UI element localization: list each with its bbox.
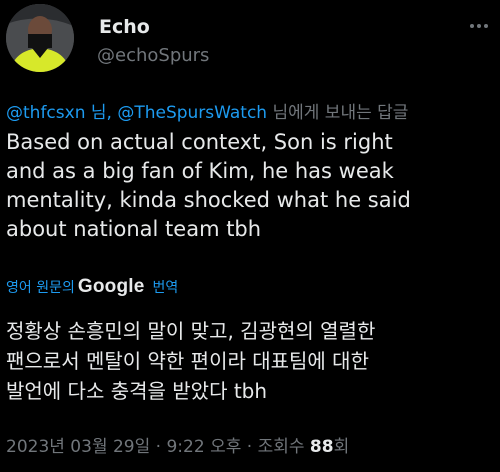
more-dot: [484, 24, 488, 28]
tweet-line: mentality, kinda shocked what he said: [6, 188, 411, 212]
meta-separator: ·: [150, 437, 167, 457]
views-unit: 회: [333, 437, 350, 457]
replying-to: @thfcsxn 님, @TheSpursWatch 님에게 보내는 답글: [6, 98, 408, 123]
mention-separator: 님,: [85, 103, 118, 123]
tweet-date[interactable]: 2023년 03월 29일: [6, 437, 150, 457]
translated-line: 팬으로서 멘탈이 약한 편이라 대표팀에 대한: [6, 349, 369, 373]
tweet-line: Based on actual context, Son is right: [6, 130, 393, 154]
more-dot: [470, 24, 474, 28]
translated-text: 정황상 손흥민의 말이 맞고, 김광현의 열렬한 팬으로서 멘탈이 약한 편이라…: [6, 316, 496, 406]
mention-link[interactable]: @thfcsxn: [6, 103, 85, 123]
reply-suffix: 님에게 보내는 답글: [267, 103, 409, 123]
translated-line: 정황상 손흥민의 말이 맞고, 김광현의 열렬한: [6, 319, 376, 343]
avatar-image: [6, 4, 74, 72]
avatar[interactable]: [6, 4, 74, 72]
more-dot: [477, 24, 481, 28]
translated-line: 발언에 다소 충격을 받았다 tbh: [6, 379, 268, 403]
author-handle[interactable]: @echoSpurs: [97, 45, 209, 66]
tweet-text: Based on actual context, Son is right an…: [6, 128, 496, 244]
more-options-icon[interactable]: [464, 14, 494, 38]
author-name[interactable]: Echo: [99, 16, 150, 38]
tweet-line: about national team tbh: [6, 217, 262, 241]
google-logo: Google: [77, 276, 145, 297]
tweet-line: and as a big fan of Kim, he has weak: [6, 159, 394, 183]
views-count[interactable]: 88: [310, 437, 334, 457]
mention-link[interactable]: @TheSpursWatch: [117, 103, 267, 123]
tweet-time[interactable]: 9:22 오후: [166, 437, 241, 457]
translate-prefix: 영어 원문의: [6, 280, 75, 296]
views-label: 조회수: [257, 437, 310, 457]
tweet-meta: 2023년 03월 29일 · 9:22 오후 · 조회수 88회: [6, 432, 349, 457]
translate-link[interactable]: 영어 원문의 Google 번역: [6, 276, 178, 298]
translate-suffix: 번역: [152, 280, 179, 296]
meta-separator: ·: [241, 437, 258, 457]
